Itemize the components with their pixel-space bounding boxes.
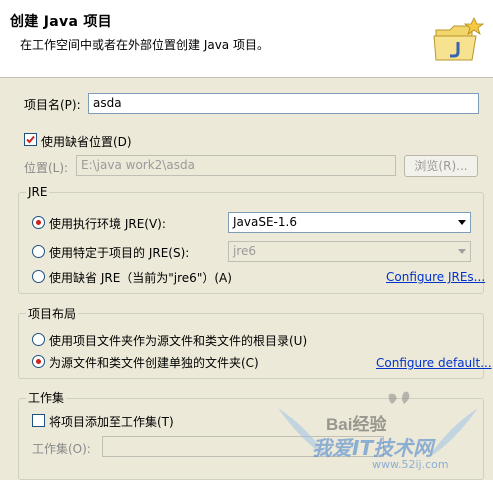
configure-jres-link[interactable]: Configure JREs... bbox=[386, 270, 485, 284]
jre-env-radio[interactable] bbox=[32, 216, 45, 229]
use-default-location-checkbox[interactable] bbox=[24, 133, 37, 146]
configure-default-link[interactable]: Configure default... bbox=[376, 356, 492, 370]
wizard-description: 在工作空间中或者在外部位置创建 Java 项目。 bbox=[20, 38, 269, 52]
layout-root-radio[interactable] bbox=[32, 333, 45, 346]
baidu-watermark: Bai经验 我爱IT技术网 www.52ij.com bbox=[268, 388, 488, 478]
jre-group-title: JRE bbox=[26, 185, 50, 199]
add-to-working-set-checkbox[interactable] bbox=[32, 414, 45, 427]
jre-specific-value: jre6 bbox=[233, 244, 257, 258]
project-name-input[interactable]: asda bbox=[88, 93, 479, 114]
wizard-header: 创建 Java 项目 在工作空间中或者在外部位置创建 Java 项目。 bbox=[0, 0, 493, 78]
jre-env-label: 使用执行环境 JRE(V): bbox=[49, 217, 166, 231]
add-to-working-set-label: 将项目添加至工作集(T) bbox=[49, 415, 174, 429]
layout-root-label: 使用项目文件夹作为源文件和类文件的根目录(U) bbox=[49, 334, 308, 348]
layout-separate-radio[interactable] bbox=[32, 355, 45, 368]
use-default-location-label: 使用缺省位置(D) bbox=[41, 135, 132, 149]
project-layout-group-title: 项目布局 bbox=[26, 305, 79, 322]
chevron-down-icon bbox=[458, 220, 466, 225]
chevron-down-icon bbox=[458, 249, 466, 254]
layout-separate-label: 为源文件和类文件创建单独的文件夹(C) bbox=[49, 356, 259, 370]
jre-specific-radio[interactable] bbox=[32, 245, 45, 258]
watermark-tagline: 我爱IT技术网 bbox=[312, 436, 434, 460]
jre-env-select[interactable]: JavaSE-1.6 bbox=[228, 212, 471, 233]
browse-button[interactable]: 浏览(R)... bbox=[404, 155, 478, 177]
jre-specific-label: 使用特定于项目的 JRE(S): bbox=[49, 246, 190, 260]
wizard-title: 创建 Java 项目 bbox=[10, 14, 112, 30]
jre-env-value: JavaSE-1.6 bbox=[233, 215, 297, 229]
working-sets-group-title: 工作集 bbox=[26, 389, 67, 406]
java-project-folder-icon bbox=[433, 17, 485, 61]
jre-default-radio[interactable] bbox=[32, 270, 45, 283]
location-input[interactable]: E:\java work2\asda bbox=[76, 155, 396, 176]
check-icon bbox=[26, 135, 35, 144]
project-name-label: 项目名(P): bbox=[24, 98, 81, 112]
jre-default-label: 使用缺省 JRE（当前为"jre6"）(A) bbox=[49, 271, 232, 285]
location-label: 位置(L): bbox=[24, 161, 69, 175]
watermark-site: www.52ij.com bbox=[372, 458, 449, 471]
working-set-label: 工作集(O): bbox=[32, 442, 91, 456]
jre-specific-select[interactable]: jre6 bbox=[228, 241, 471, 262]
